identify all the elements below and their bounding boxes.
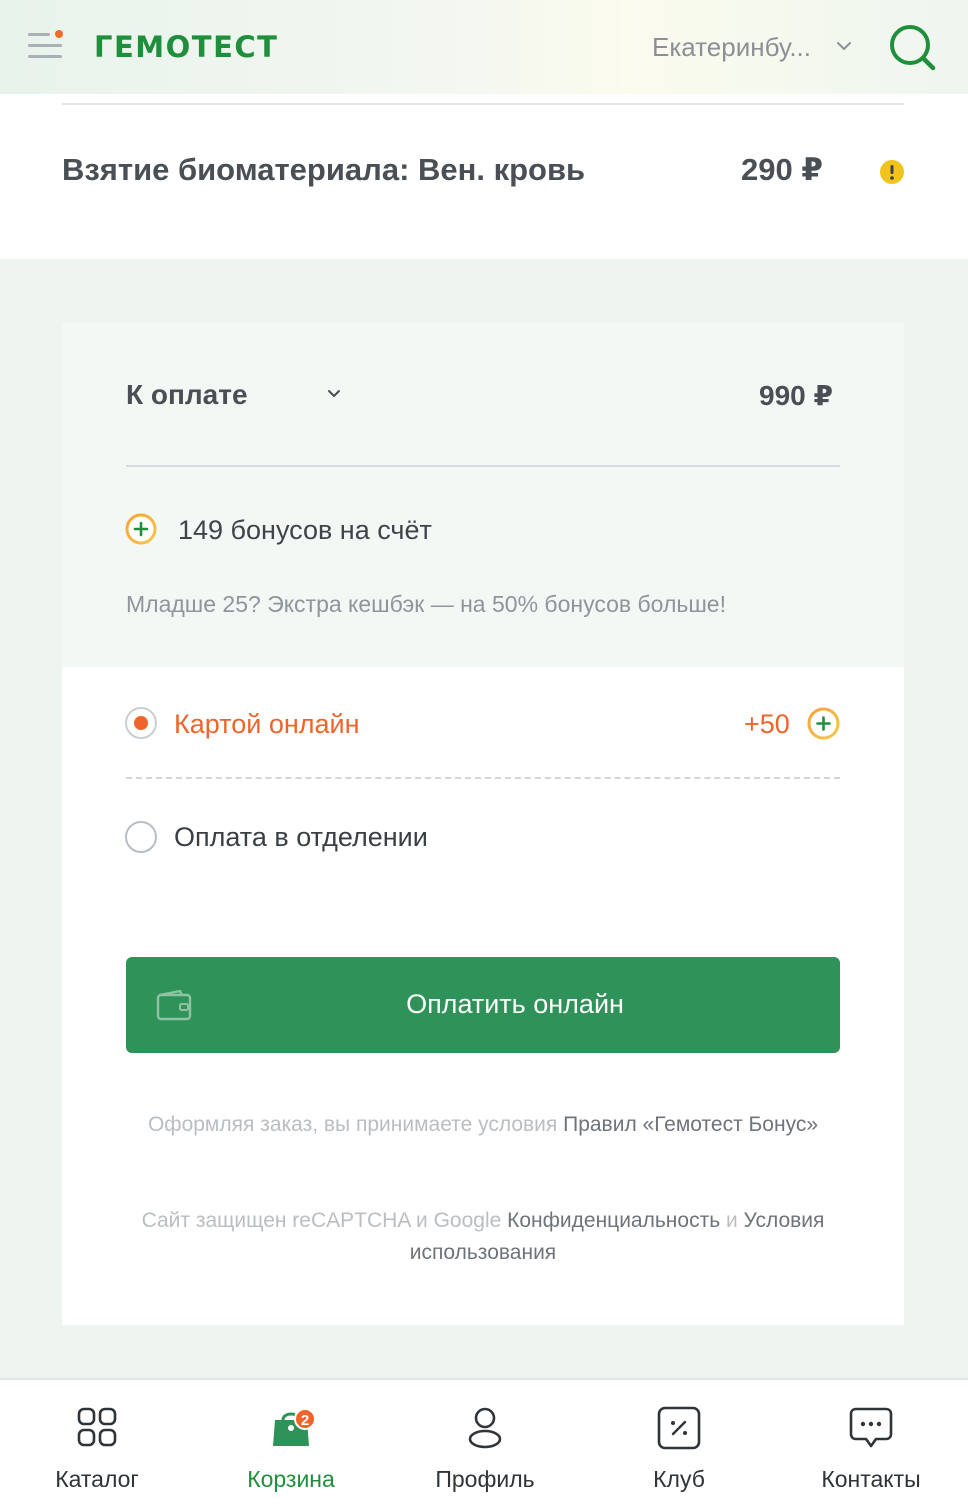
service-name: Взятие биоматериала: Вен. кровь bbox=[62, 152, 586, 187]
warning-icon[interactable] bbox=[880, 160, 904, 184]
recaptcha-notice: Сайт защищен reCAPTCHA и Google Конфиден… bbox=[126, 1205, 840, 1269]
option-pay-at-office-label[interactable]: Оплата в отделении bbox=[174, 822, 428, 853]
bonus-text: 149 бонусов на счёт bbox=[178, 515, 432, 545]
payment-methods: Картой онлайн +50 Оплата в отделении Опл… bbox=[62, 667, 904, 1325]
option-card-online-label[interactable]: Картой онлайн bbox=[174, 709, 360, 740]
tab-catalog-label: Каталог bbox=[55, 1466, 139, 1492]
promo-text: Младше 25? Экстра кешбэк — на 50% бонусо… bbox=[126, 591, 726, 617]
bonus-plus-icon bbox=[807, 707, 840, 740]
tab-contacts[interactable]: Контакты bbox=[774, 1380, 968, 1510]
radio-pay-at-office[interactable] bbox=[125, 821, 157, 853]
tab-profile[interactable]: Профиль bbox=[388, 1380, 582, 1510]
chevron-down-icon[interactable] bbox=[324, 383, 344, 403]
pay-online-button-label: Оплатить онлайн bbox=[406, 989, 624, 1019]
recaptcha-and: и bbox=[720, 1209, 744, 1232]
search-icon[interactable] bbox=[886, 22, 938, 74]
chevron-down-icon[interactable] bbox=[834, 36, 854, 56]
terms-text: Оформляя заказ, вы принимаете условия bbox=[147, 1113, 564, 1136]
divider bbox=[62, 103, 904, 105]
total-amount: 990 ₽ bbox=[759, 380, 833, 411]
order-summary: К оплате 990 ₽ 149 бонусов на счёт Младш… bbox=[62, 323, 904, 667]
cart-count-badge: 2 bbox=[294, 1408, 316, 1430]
discount-icon bbox=[657, 1406, 701, 1450]
divider bbox=[126, 465, 840, 467]
radio-card-online[interactable] bbox=[125, 707, 157, 739]
grid-icon bbox=[77, 1407, 117, 1447]
card-bonus-value: +50 bbox=[744, 709, 790, 739]
bonus-plus-icon bbox=[125, 513, 157, 545]
terms-notice: Оформляя заказ, вы принимаете условия Пр… bbox=[126, 1109, 840, 1141]
pay-online-button[interactable]: Оплатить онлайн bbox=[126, 957, 840, 1053]
service-item: Взятие биоматериала: Вен. кровь 290 ₽ bbox=[0, 94, 968, 259]
user-icon bbox=[468, 1407, 502, 1449]
top-header: ГЕМОТЕСТ Екатеринбу... bbox=[0, 0, 968, 94]
divider bbox=[126, 777, 840, 779]
tab-club-label: Клуб bbox=[653, 1466, 705, 1492]
service-price: 290 ₽ bbox=[741, 152, 823, 187]
tab-contacts-label: Контакты bbox=[821, 1466, 921, 1492]
tab-catalog[interactable]: Каталог bbox=[0, 1380, 194, 1510]
recaptcha-text: Сайт защищен reCAPTCHA и Google bbox=[141, 1209, 508, 1232]
tab-profile-label: Профиль bbox=[435, 1466, 535, 1492]
privacy-link[interactable]: Конфиденциальность bbox=[507, 1209, 720, 1232]
total-label[interactable]: К оплате bbox=[126, 379, 248, 411]
bottom-navigation: Каталог 2 Корзина Профиль Клуб Контакты bbox=[0, 1378, 968, 1510]
bonus-rules-link[interactable]: Правил «Гемотест Бонус» bbox=[563, 1113, 818, 1136]
logo[interactable]: ГЕМОТЕСТ bbox=[94, 30, 278, 64]
menu-icon[interactable] bbox=[28, 30, 64, 62]
tab-cart-label: Корзина bbox=[247, 1466, 335, 1492]
tab-club[interactable]: Клуб bbox=[582, 1380, 776, 1510]
tab-cart[interactable]: 2 Корзина bbox=[194, 1380, 388, 1510]
city-selector[interactable]: Екатеринбу... bbox=[652, 32, 811, 63]
chat-icon bbox=[849, 1407, 893, 1448]
